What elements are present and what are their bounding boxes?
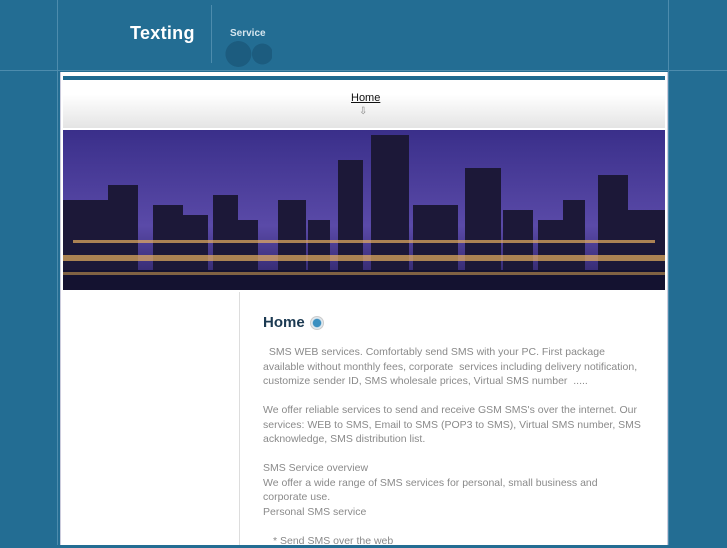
services-paragraph: We offer reliable services to send and r…	[263, 403, 643, 447]
frame-line-right	[668, 0, 669, 545]
page-container: Home ⇩ Home SMS WEB servic	[60, 72, 668, 545]
frame-line-left	[57, 0, 58, 545]
frame-line-top	[0, 70, 727, 71]
personal-title: Personal SMS service	[263, 505, 643, 520]
header-divider	[211, 5, 212, 63]
page-title: Home	[263, 314, 643, 331]
nav-bar: Home ⇩	[63, 80, 665, 128]
intro-paragraph: SMS WEB services. Comfortably send SMS w…	[263, 345, 643, 389]
site-slogan: Service	[230, 28, 266, 39]
info-icon	[310, 316, 324, 330]
nav-item-home[interactable]: Home	[351, 92, 380, 104]
left-sidebar	[63, 292, 240, 545]
main-content: Home SMS WEB services. Comfortably send …	[263, 314, 643, 548]
bullet-item: * Send SMS over the web	[263, 534, 643, 548]
down-arrow-icon: ⇩	[359, 106, 367, 117]
page-title-text: Home	[263, 314, 305, 331]
city-skyline-banner	[63, 130, 665, 290]
overview-title: SMS Service overview	[263, 461, 643, 476]
site-logo[interactable]: Texting	[130, 23, 195, 44]
overview-text: We offer a wide range of SMS services fo…	[263, 476, 643, 505]
slogan-decoration	[224, 40, 272, 68]
